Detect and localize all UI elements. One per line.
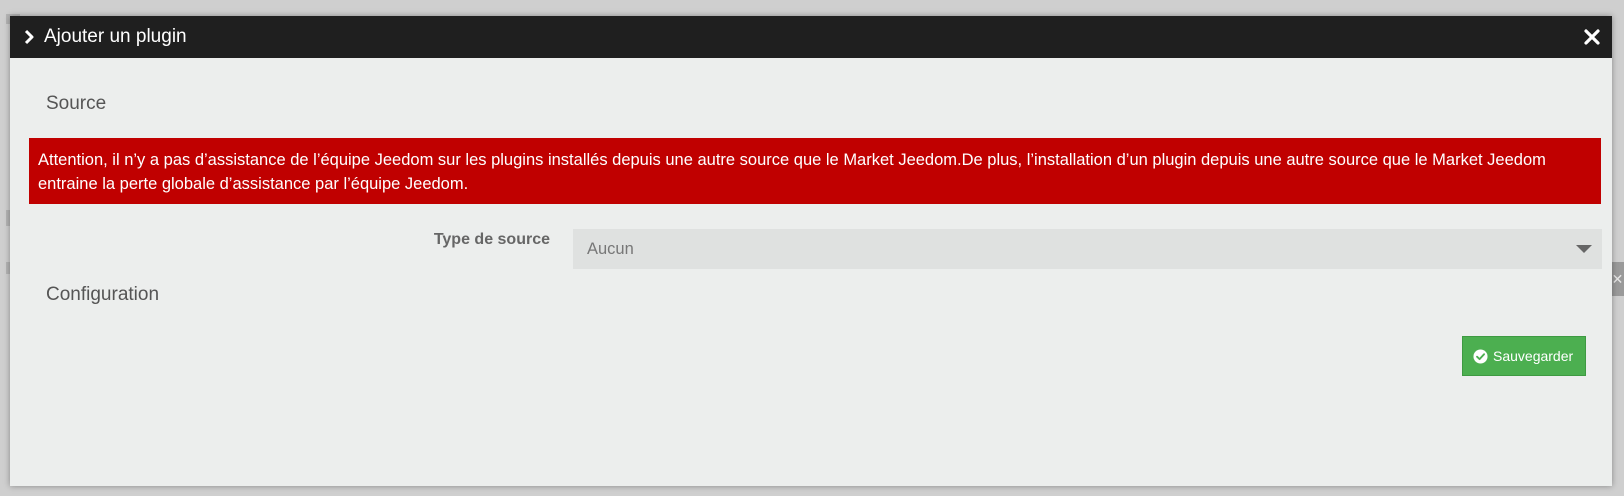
source-type-label: Type de source xyxy=(433,231,550,248)
source-type-value: Aucun xyxy=(587,240,634,258)
source-section-title: Source xyxy=(46,93,107,114)
modal-title: Ajouter un plugin xyxy=(44,26,187,47)
add-plugin-modal: Ajouter un plugin Source Attention, il n… xyxy=(10,16,1612,486)
check-circle-icon xyxy=(1473,349,1488,364)
source-type-select[interactable]: Aucun xyxy=(573,229,1602,269)
save-button-label: Sauvegarder xyxy=(1493,348,1574,364)
modal-titlebar: Ajouter un plugin xyxy=(10,16,1612,58)
chevron-right-icon xyxy=(24,29,34,45)
save-button[interactable]: Sauvegarder xyxy=(1462,336,1586,376)
close-icon[interactable] xyxy=(1582,27,1602,47)
warning-alert: Attention, il n’y a pas d’assistance de … xyxy=(29,138,1601,204)
background-close-icon: ✕ xyxy=(1611,262,1624,296)
configuration-section-title: Configuration xyxy=(46,284,160,305)
chevron-down-icon xyxy=(1576,245,1592,253)
